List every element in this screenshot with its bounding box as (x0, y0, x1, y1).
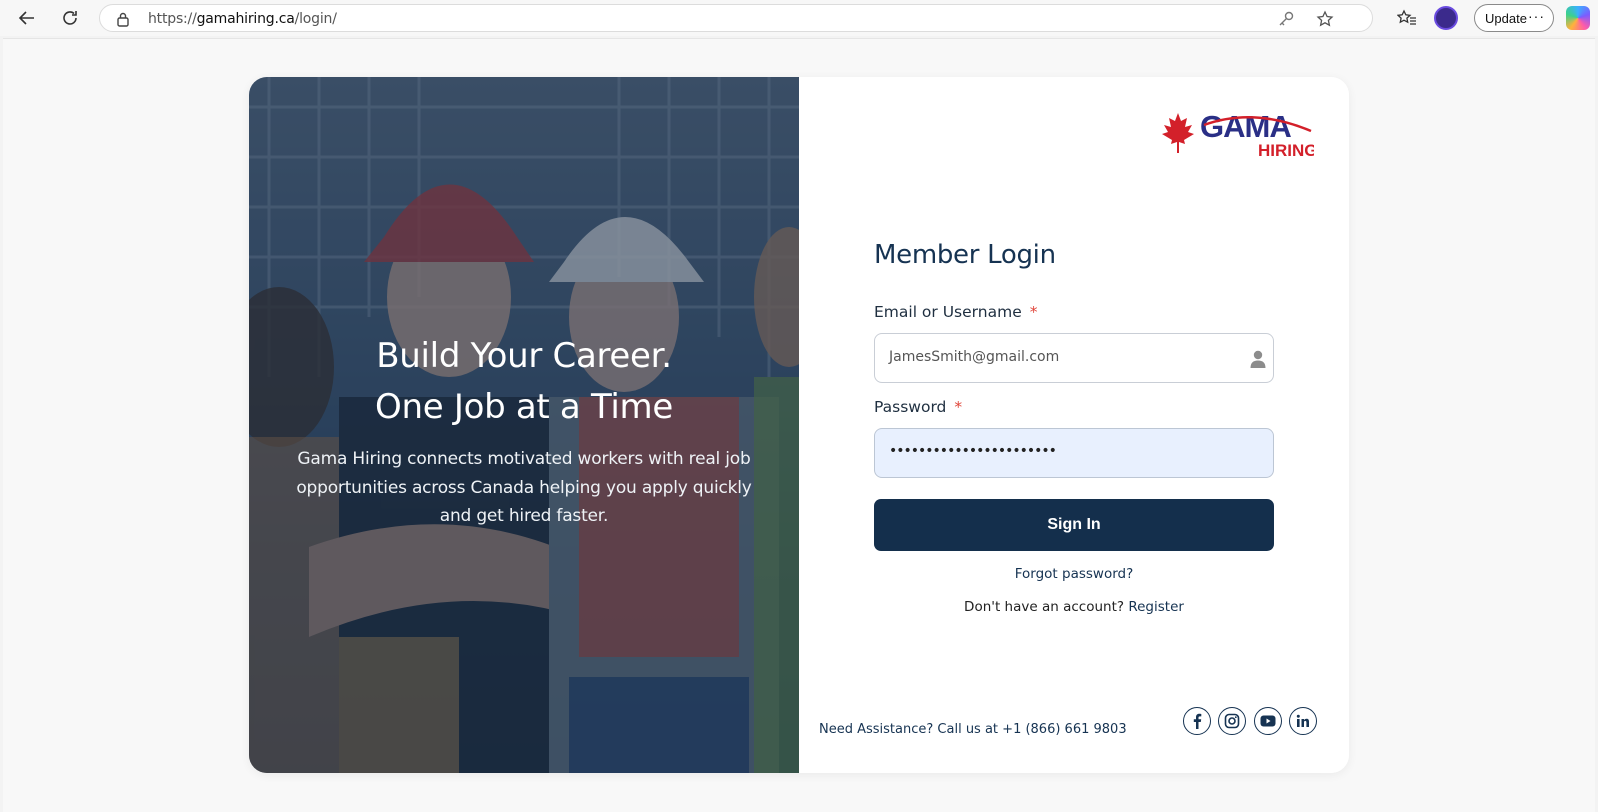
phone-number[interactable]: +1 (866) 661 9803 (1002, 722, 1126, 737)
linkedin-icon (1296, 714, 1309, 727)
password-value: ••••••••••••••••••••••• (889, 443, 1057, 459)
update-button[interactable]: Update ··· (1474, 4, 1554, 32)
favorites-button[interactable] (1393, 4, 1421, 32)
hero-panel: Build Your Career. One Job at a Time Gam… (249, 77, 799, 773)
assistance-call-text: Call us at (937, 722, 999, 737)
assistance-lead: Need Assistance? (819, 722, 934, 737)
address-bar[interactable]: https://gamahiring.ca/login/ (99, 4, 1373, 32)
youtube-icon (1260, 715, 1276, 727)
profile-avatar[interactable] (1434, 6, 1458, 30)
instagram-icon (1224, 713, 1240, 729)
back-button[interactable] (13, 4, 41, 32)
password-label: Password * (874, 398, 962, 416)
register-link[interactable]: Register (1128, 599, 1184, 615)
gama-hiring-logo: GAMA HIRING (1162, 109, 1314, 159)
required-mark: * (954, 398, 963, 416)
favorite-star-icon[interactable] (1316, 10, 1334, 28)
hero-title: Build Your Career. One Job at a Time (249, 331, 799, 433)
forgot-password-link[interactable]: Forgot password? (874, 566, 1274, 582)
password-field[interactable]: ••••••••••••••••••••••• (874, 428, 1274, 478)
instagram-link[interactable] (1218, 707, 1246, 735)
password-label-text: Password (874, 398, 947, 416)
assistance-text: Need Assistance? Call us at +1 (866) 661… (819, 722, 1127, 737)
browser-toolbar: https://gamahiring.ca/login/ Update ··· (0, 0, 1598, 36)
linkedin-link[interactable] (1289, 707, 1317, 735)
logo-sub-text: HIRING (1258, 141, 1314, 159)
hero-title-line-1: Build Your Career. (376, 336, 672, 376)
email-field[interactable]: JamesSmith@gmail.com (874, 333, 1274, 383)
required-mark: * (1029, 303, 1038, 321)
more-icon[interactable]: ··· (1528, 8, 1545, 24)
lock-icon (117, 12, 129, 27)
back-arrow-icon (18, 11, 34, 25)
url-text: https://gamahiring.ca/login/ (148, 11, 337, 27)
user-icon (1250, 350, 1266, 368)
login-title: Member Login (874, 240, 1056, 270)
email-label: Email or Username * (874, 303, 1037, 321)
reload-icon (63, 11, 77, 25)
login-card: Build Your Career. One Job at a Time Gam… (249, 77, 1349, 773)
register-prompt: Don't have an account? Register (874, 599, 1274, 615)
maple-leaf-icon (1162, 113, 1194, 153)
email-value: JamesSmith@gmail.com (889, 349, 1060, 365)
logo-brand-text: GAMA (1200, 109, 1291, 144)
reload-button[interactable] (56, 4, 84, 32)
facebook-link[interactable] (1183, 707, 1211, 735)
hero-description: Gama Hiring connects motivated workers w… (296, 449, 752, 526)
sign-in-button[interactable]: Sign In (874, 499, 1274, 551)
email-label-text: Email or Username (874, 303, 1022, 321)
favorites-list-icon (1397, 9, 1416, 25)
facebook-icon (1193, 713, 1202, 729)
youtube-link[interactable] (1254, 707, 1282, 735)
no-account-text: Don't have an account? (964, 599, 1125, 615)
login-panel: GAMA HIRING Member Login Email or Userna… (799, 77, 1349, 773)
hero-title-line-2: One Job at a Time (375, 387, 673, 427)
copilot-icon[interactable] (1566, 6, 1590, 30)
key-icon[interactable] (1277, 10, 1295, 28)
update-label: Update (1485, 10, 1527, 26)
